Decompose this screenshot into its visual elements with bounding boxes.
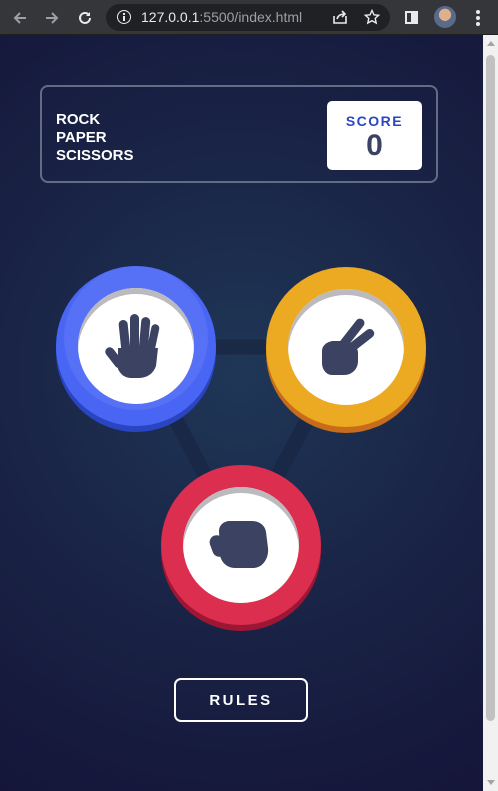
rock-chip-face	[183, 487, 299, 603]
more-menu-icon[interactable]	[476, 10, 480, 26]
forward-arrow-icon[interactable]	[42, 8, 62, 28]
url-text: 127.0.0.1:5500/index.html	[141, 4, 302, 31]
url-host: 127.0.0.1	[141, 9, 200, 25]
rock-fist-icon	[209, 521, 269, 568]
back-arrow-icon[interactable]	[10, 8, 30, 28]
scroll-thumb[interactable]	[486, 55, 495, 721]
paper-chip-face	[78, 288, 194, 404]
scissors-hand-icon	[322, 318, 375, 375]
scissors-button[interactable]	[266, 267, 426, 427]
rock-button[interactable]	[161, 465, 321, 625]
profile-avatar[interactable]	[434, 6, 456, 28]
browser-toolbar: 127.0.0.1:5500/index.html	[0, 0, 498, 35]
address-bar[interactable]: 127.0.0.1:5500/index.html	[106, 4, 390, 31]
paper-hand-icon	[105, 314, 160, 378]
rules-button[interactable]: RULES	[174, 678, 308, 722]
scroll-up-arrow-icon[interactable]	[487, 41, 495, 46]
share-icon[interactable]	[332, 10, 348, 30]
side-panel-icon[interactable]	[405, 11, 418, 24]
url-path: :5500/index.html	[199, 9, 303, 25]
scissors-chip-face	[288, 289, 404, 405]
paper-button[interactable]	[56, 266, 216, 426]
star-icon[interactable]	[363, 8, 381, 30]
scroll-down-arrow-icon[interactable]	[487, 780, 495, 785]
page-scrollbar[interactable]	[483, 35, 498, 791]
info-icon[interactable]	[117, 10, 131, 24]
reload-icon[interactable]	[75, 8, 95, 28]
game-page: ROCK PAPER SCISSORS SCORE 0 RULES	[0, 35, 483, 791]
